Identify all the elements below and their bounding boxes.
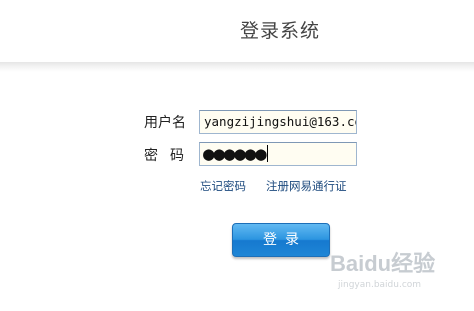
baidu-jingyan-watermark: Baidu经验 jingyan.baidu.com (330, 240, 470, 300)
register-account-link[interactable]: 注册网易通行证 (266, 178, 347, 194)
username-value: yangzijingshui@163.com (204, 114, 357, 129)
header: 登录系统 (0, 0, 474, 62)
username-field[interactable]: yangzijingshui@163.com (199, 110, 357, 134)
watermark-url: jingyan.baidu.com (338, 280, 422, 290)
text-caret (266, 145, 268, 162)
password-label: 密码 (144, 148, 196, 164)
header-divider (0, 62, 474, 72)
login-page: 登录系统 用户名 yangzijingshui@163.com 密码 ●●●●●… (0, 0, 474, 311)
password-field[interactable]: ●●●●●● (199, 142, 357, 166)
login-button[interactable]: 登录 (232, 223, 330, 257)
page-title: 登录系统 (240, 20, 321, 42)
username-label: 用户名 (144, 115, 186, 131)
watermark-logo-text: Baidu经验 (330, 251, 436, 276)
password-value: ●●●●●● (203, 143, 267, 165)
forgot-password-link[interactable]: 忘记密码 (200, 178, 246, 194)
